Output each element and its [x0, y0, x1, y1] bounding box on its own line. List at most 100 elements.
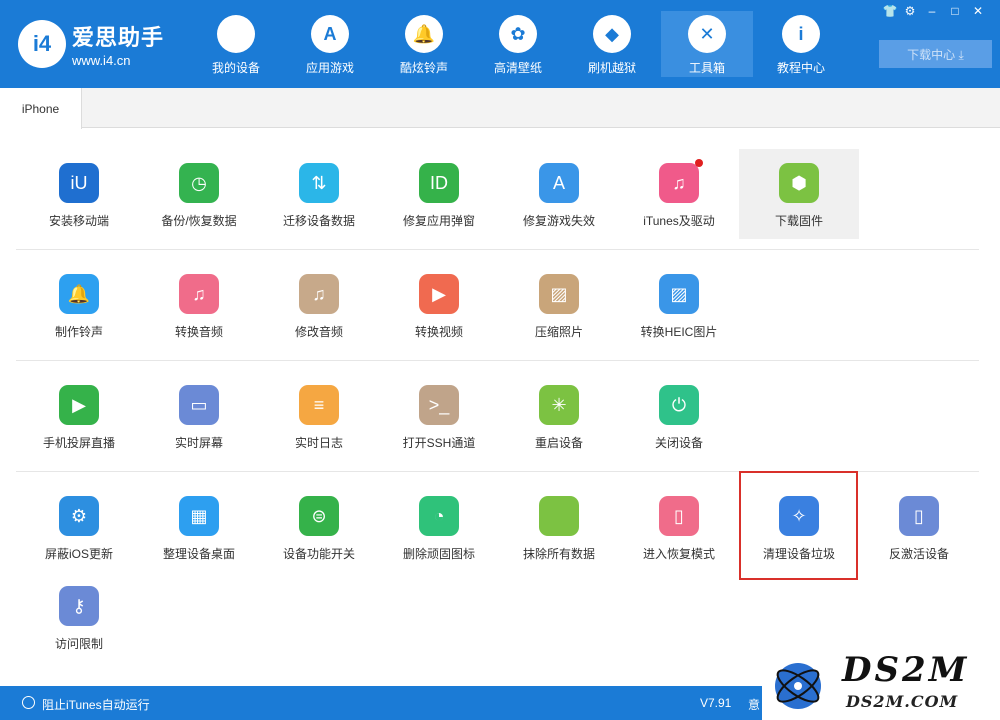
tool-glyph: ✳: [551, 394, 567, 415]
photo-compress-icon: ▨: [539, 274, 579, 314]
tool-item[interactable]: ≡ 实时日志: [259, 371, 379, 461]
tool-label: 转换视频: [414, 325, 463, 339]
apple-id-icon: ID: [419, 163, 459, 203]
i4-app-icon: iU: [59, 163, 99, 203]
tool-item[interactable]: ▨ 压缩照片: [499, 260, 619, 350]
tool-glyph: 🔔: [67, 283, 91, 304]
tool-item[interactable]: >_ 打开SSH通道: [379, 371, 499, 461]
watermark-url: DS2M.COM: [846, 692, 959, 711]
tool-item[interactable]: 抹除所有数据: [499, 482, 619, 572]
footer-extra-text: 意: [748, 698, 761, 712]
tool-label: 反激活设备: [888, 547, 949, 561]
grid-icon: ▦: [179, 496, 219, 536]
tool-label: 转换HEIC图片: [640, 325, 718, 339]
nav-item-1[interactable]: A 应用游戏: [284, 11, 376, 77]
toggle-switch-icon: ⊜: [299, 496, 339, 536]
tool-glyph: ⚙: [70, 505, 88, 526]
tool-item[interactable]: ✳ 重启设备: [499, 371, 619, 461]
tool-label: iTunes及驱动: [643, 214, 715, 228]
logo-url: www.i4.cn: [72, 53, 131, 68]
tool-item[interactable]: ⇅ 迁移设备数据: [259, 149, 379, 239]
tool-item[interactable]: ▯ 反激活设备: [859, 482, 979, 572]
tool-item[interactable]: ⊜ 设备功能开关: [259, 482, 379, 572]
skin-icon[interactable]: 👕: [880, 2, 900, 20]
tool-item[interactable]: ◷ 备份/恢复数据: [139, 149, 259, 239]
recovery-mode-icon: ▯: [659, 496, 699, 536]
nav-item-5[interactable]: ✕ 工具箱: [661, 11, 753, 77]
tool-glyph: ▶: [432, 283, 446, 304]
nav-item-0[interactable]: 我的设备: [190, 11, 282, 77]
nav-item-2[interactable]: 🔔 酷炫铃声: [378, 11, 470, 77]
itunes-autorun-toggle[interactable]: [22, 696, 35, 709]
tool-item[interactable]: iU 安装移动端: [19, 149, 139, 239]
top-header: i4 爱思助手 www.i4.cn 我的设备 A 应用游戏 🔔 酷炫铃声 ✿ 高清壁纸 ◆ 刷机…: [0, 0, 1000, 88]
tool-glyph: ≡: [313, 394, 325, 415]
tool-item[interactable]: 🔔 制作铃声: [19, 260, 139, 350]
itunes-autorun-label[interactable]: 阻止iTunes自动运行: [42, 696, 150, 713]
tool-label: 备份/恢复数据: [161, 214, 237, 228]
tools-icon: ✕: [688, 15, 726, 53]
key-icon: ⚷: [59, 586, 99, 626]
tool-label: 实时日志: [294, 436, 343, 450]
nav-label: 应用游戏: [305, 61, 354, 75]
tool-item[interactable]: ▶ 转换视频: [379, 260, 499, 350]
settings-icon[interactable]: ⚙: [900, 2, 920, 20]
tool-glyph: ⏻: [671, 394, 687, 415]
tool-item[interactable]: ▶ 手机投屏直播: [19, 371, 139, 461]
nav-item-6[interactable]: i 教程中心: [755, 11, 847, 77]
tool-glyph: ⊜: [311, 505, 327, 526]
tool-label: 抹除所有数据: [522, 547, 595, 561]
tool-label: 制作铃声: [54, 325, 103, 339]
tool-item[interactable]: ⚷ 访问限制: [19, 572, 139, 662]
tool-item[interactable]: ⏻ 关闭设备: [619, 371, 739, 461]
nav-label: 教程中心: [776, 61, 825, 75]
bell-add-icon: 🔔: [59, 274, 99, 314]
minimize-icon[interactable]: –: [922, 2, 942, 20]
tool-glyph: ◔: [433, 505, 445, 526]
tool-label: 手机投屏直播: [42, 436, 115, 450]
download-center-button[interactable]: 下载中心 ⤓: [879, 40, 992, 68]
tool-glyph: ▦: [190, 505, 208, 526]
tool-item[interactable]: ♫ 修改音频: [259, 260, 379, 350]
tool-item[interactable]: ▦ 整理设备桌面: [139, 482, 259, 572]
tool-label: 访问限制: [54, 637, 103, 651]
highlight-frame: [739, 471, 858, 580]
app-store-icon: A: [311, 15, 349, 53]
atom-logo-icon: [775, 663, 821, 709]
tool-glyph: ⬢: [791, 172, 807, 193]
maximize-icon[interactable]: □: [945, 2, 965, 20]
nav-label: 酷炫铃声: [399, 61, 448, 75]
apple-icon: [217, 15, 255, 53]
tool-item[interactable]: ♫ 转换音频: [139, 260, 259, 350]
pie-icon: ◔: [419, 496, 459, 536]
tool-label: 修复应用弹窗: [402, 214, 475, 228]
watermark-name: DS2M: [842, 650, 970, 690]
nav-item-4[interactable]: ◆ 刷机越狱: [566, 11, 658, 77]
nav-item-3[interactable]: ✿ 高清壁纸: [472, 11, 564, 77]
app-logo: i4 爱思助手 www.i4.cn: [18, 20, 164, 68]
tool-item[interactable]: ID 修复应用弹窗: [379, 149, 499, 239]
tool-item[interactable]: ⬢ 下载固件: [739, 149, 859, 239]
tool-item[interactable]: ▭ 实时屏幕: [139, 371, 259, 461]
tool-glyph: ▭: [190, 394, 208, 415]
tool-label: 屏蔽iOS更新: [44, 547, 113, 561]
version-label: V7.91: [700, 696, 732, 710]
tool-item[interactable]: ♫ iTunes及驱动: [619, 149, 739, 239]
tool-item[interactable]: ▯ 进入恢复模式: [619, 482, 739, 572]
bell-icon: 🔔: [405, 15, 443, 53]
close-icon[interactable]: ✕: [968, 2, 988, 20]
tab-iphone[interactable]: iPhone: [0, 88, 82, 129]
tool-glyph: A: [552, 172, 565, 193]
tool-glyph: ♫: [672, 172, 686, 193]
tool-glyph: ◷: [191, 172, 207, 193]
monitor-icon: ▭: [179, 385, 219, 425]
tool-glyph: ⇅: [311, 172, 327, 193]
firmware-box-icon: ⬢: [779, 163, 819, 203]
tool-item[interactable]: ▨ 转换HEIC图片: [619, 260, 739, 350]
tool-item[interactable]: A 修复游戏失效: [499, 149, 619, 239]
i4-toolbox-window: i4 爱思助手 www.i4.cn 我的设备 A 应用游戏 🔔 酷炫铃声 ✿ 高清壁纸 ◆ 刷机…: [0, 0, 1000, 720]
tool-item[interactable]: ⚙ 屏蔽iOS更新: [19, 482, 139, 572]
tool-glyph: iU: [70, 172, 88, 193]
nav-label: 刷机越狱: [587, 61, 636, 75]
tool-item[interactable]: ◔ 删除顽固图标: [379, 482, 499, 572]
